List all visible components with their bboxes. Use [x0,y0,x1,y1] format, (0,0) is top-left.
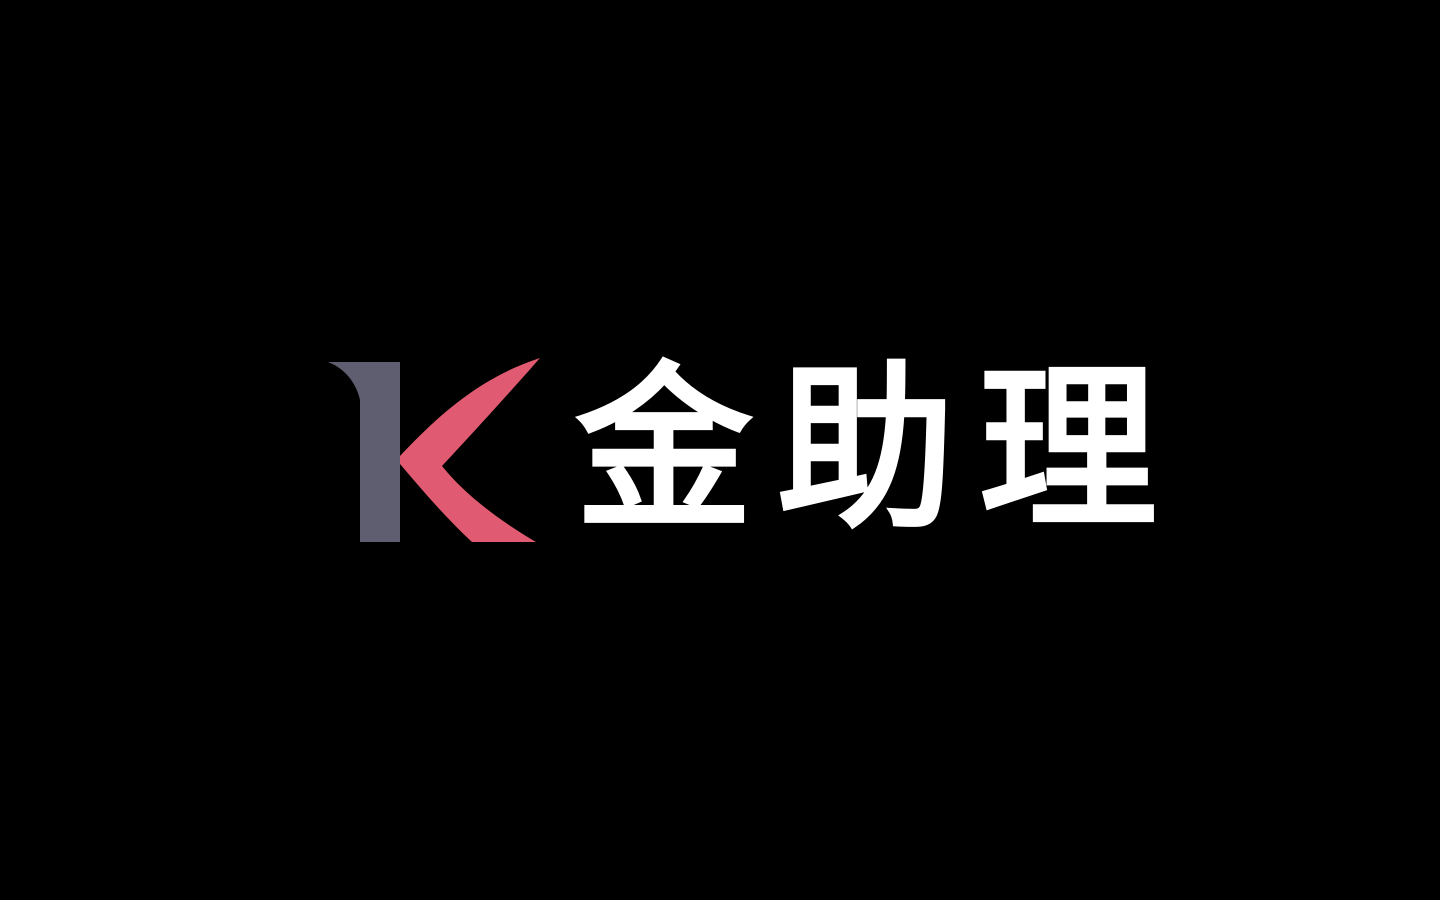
wordmark-char-2: 助 [777,346,955,553]
wordmark-char-3: 理 [979,346,1157,553]
brand-logo: 金 助 理 [326,352,1168,548]
wordmark-char-1: 金 [575,346,753,553]
splash-screen: 金 助 理 [0,0,1440,900]
k-logo-icon [328,358,540,542]
brand-wordmark: 金 助 理 [566,352,1166,548]
k-logo-arm [400,358,540,542]
k-logo-stem [328,362,400,542]
